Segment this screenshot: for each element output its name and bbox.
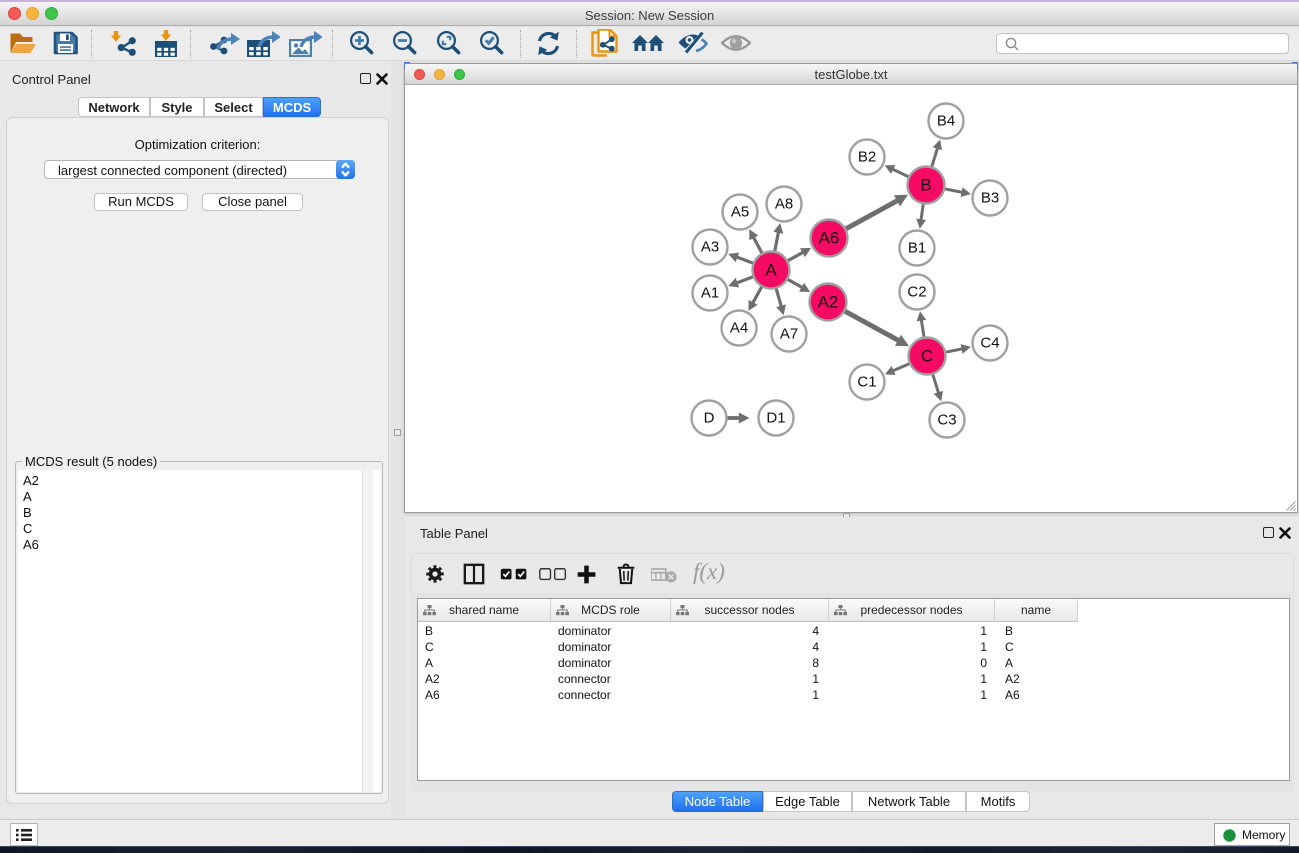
svg-text:D: D [704,410,715,427]
svg-text:A4: A4 [730,320,748,337]
svg-text:B: B [920,176,931,195]
svg-text:A3: A3 [701,239,719,256]
svg-text:A7: A7 [780,326,798,343]
svg-text:D1: D1 [766,410,785,427]
svg-text:C3: C3 [937,412,956,429]
svg-text:C1: C1 [857,374,876,391]
svg-text:B3: B3 [981,190,999,207]
svg-text:B4: B4 [937,113,955,130]
svg-text:A5: A5 [731,204,749,221]
svg-text:A1: A1 [701,285,719,302]
svg-text:B2: B2 [858,149,876,166]
svg-text:B1: B1 [908,240,926,257]
svg-text:A: A [765,261,777,280]
svg-text:A8: A8 [775,196,793,213]
svg-text:C: C [921,347,933,366]
svg-text:C4: C4 [980,335,999,352]
svg-text:A6: A6 [819,229,840,248]
svg-text:C2: C2 [907,284,926,301]
svg-text:A2: A2 [818,293,839,312]
